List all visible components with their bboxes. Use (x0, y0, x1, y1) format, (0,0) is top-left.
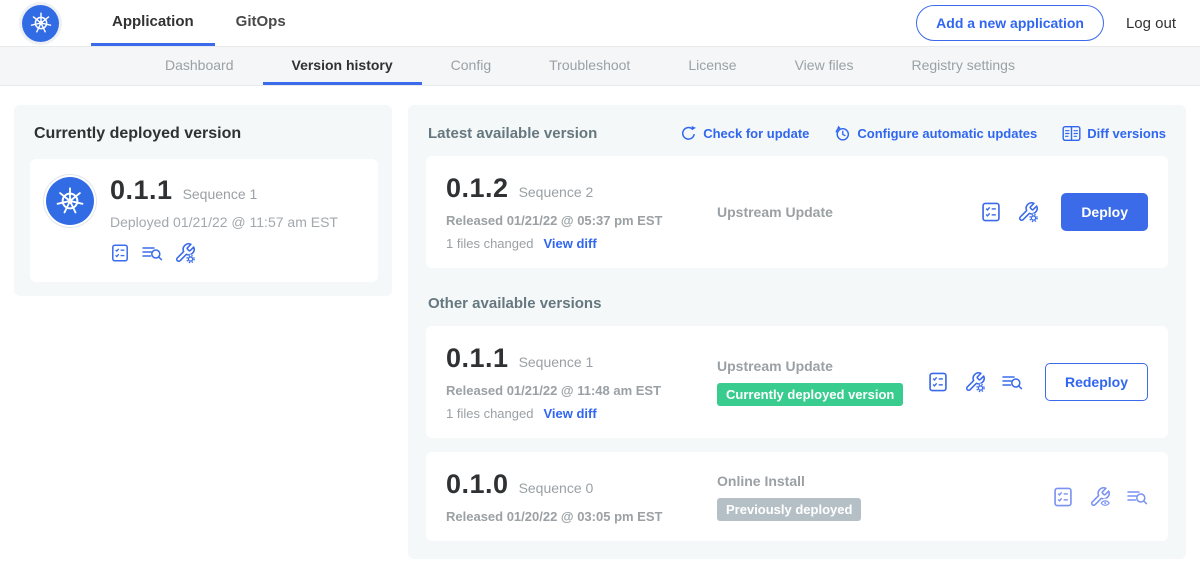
released-timestamp: Released 01/21/22 @ 11:48 am EST (446, 383, 701, 398)
configure-automatic-updates-link[interactable]: Configure automatic updates (834, 125, 1037, 142)
version-card-0-1-2: 0.1.2 Sequence 2 Released 01/21/22 @ 05:… (426, 156, 1168, 268)
latest-available-header: Latest available version Check for updat… (428, 125, 1166, 142)
version-number: 0.1.1 (446, 343, 509, 374)
version-source: Upstream Update (701, 204, 980, 220)
add-new-application-button[interactable]: Add a new application (916, 5, 1104, 41)
version-actions (1052, 486, 1148, 508)
tab-version-history[interactable]: Version history (263, 47, 422, 85)
latest-available-title: Latest available version (428, 125, 597, 142)
version-actions: Redeploy (927, 363, 1148, 401)
version-details: 0.1.0 Sequence 0 Released 01/20/22 @ 03:… (446, 469, 701, 524)
available-actions: Check for update Configure automatic upd… (680, 125, 1166, 142)
wrench-eye-icon[interactable] (1089, 486, 1111, 508)
wrench-gear-icon[interactable] (174, 242, 196, 264)
deployed-sequence-label: Sequence 1 (183, 186, 258, 202)
currently-deployed-panel: Currently deployed version 0.1.1 Sequenc… (14, 105, 392, 296)
navbar-spacer (307, 0, 916, 46)
deploy-button[interactable]: Deploy (1061, 193, 1148, 231)
kubernetes-logo-icon (22, 5, 59, 42)
previously-deployed-badge: Previously deployed (717, 498, 861, 521)
view-diff-link[interactable]: View diff (543, 406, 596, 421)
released-timestamp: Released 01/20/22 @ 03:05 pm EST (446, 509, 701, 524)
check-for-update-link[interactable]: Check for update (680, 125, 809, 142)
version-card-0-1-1: 0.1.1 Sequence 1 Released 01/21/22 @ 11:… (426, 326, 1168, 438)
version-details: 0.1.2 Sequence 2 Released 01/21/22 @ 05:… (446, 173, 701, 251)
version-source: Online Install Previously deployed (701, 473, 1052, 521)
wrench-gear-icon[interactable] (964, 371, 986, 393)
sequence-label: Sequence 0 (519, 480, 594, 496)
deployed-version-number: 0.1.1 (110, 175, 173, 206)
checklist-icon[interactable] (927, 371, 949, 393)
available-versions-panel: Latest available version Check for updat… (408, 105, 1186, 559)
tab-dashboard[interactable]: Dashboard (136, 47, 263, 85)
version-number: 0.1.0 (446, 469, 509, 500)
currently-deployed-title: Currently deployed version (34, 125, 378, 143)
refresh-icon (680, 125, 697, 142)
nav-tab-application[interactable]: Application (91, 0, 215, 46)
checklist-icon[interactable] (980, 201, 1002, 223)
deployed-version-card: 0.1.1 Sequence 1 Deployed 01/21/22 @ 11:… (30, 159, 378, 282)
version-history-page: Currently deployed version 0.1.1 Sequenc… (0, 86, 1200, 564)
tab-license[interactable]: License (659, 47, 765, 85)
diff-versions-link[interactable]: Diff versions (1062, 125, 1166, 142)
tab-registry-settings[interactable]: Registry settings (882, 47, 1043, 85)
version-source: Upstream Update Currently deployed versi… (701, 358, 927, 406)
wrench-gear-icon[interactable] (1017, 201, 1039, 223)
diff-icon (1062, 125, 1081, 142)
checklist-icon[interactable] (110, 243, 130, 263)
view-diff-link[interactable]: View diff (543, 236, 596, 251)
nav-tab-gitops[interactable]: GitOps (215, 0, 307, 46)
source-label: Online Install (717, 473, 1052, 489)
currently-deployed-badge: Currently deployed version (717, 383, 903, 406)
sequence-label: Sequence 2 (519, 184, 594, 200)
source-label: Upstream Update (717, 204, 980, 220)
logout-button[interactable]: Log out (1126, 15, 1176, 32)
checklist-icon[interactable] (1052, 486, 1074, 508)
schedule-icon (834, 125, 851, 142)
app-subnav: Dashboard Version history Config Trouble… (0, 47, 1200, 86)
deployed-version-details: 0.1.1 Sequence 1 Deployed 01/21/22 @ 11:… (110, 175, 338, 264)
app-logo-icon (46, 177, 94, 225)
tab-troubleshoot[interactable]: Troubleshoot (520, 47, 659, 85)
source-label: Upstream Update (717, 358, 927, 374)
logs-icon[interactable] (1126, 486, 1148, 508)
tab-config[interactable]: Config (422, 47, 520, 85)
logs-icon[interactable] (1001, 371, 1023, 393)
version-number: 0.1.2 (446, 173, 509, 204)
configure-automatic-updates-label: Configure automatic updates (857, 126, 1037, 141)
sequence-label: Sequence 1 (519, 354, 594, 370)
logs-icon[interactable] (141, 243, 163, 263)
check-for-update-label: Check for update (703, 126, 809, 141)
released-timestamp: Released 01/21/22 @ 05:37 pm EST (446, 213, 701, 228)
deployed-actions (110, 242, 338, 264)
diff-versions-label: Diff versions (1087, 126, 1166, 141)
version-actions: Deploy (980, 193, 1148, 231)
files-changed-label: 1 files changed (446, 236, 533, 251)
version-details: 0.1.1 Sequence 1 Released 01/21/22 @ 11:… (446, 343, 701, 421)
deployed-timestamp: Deployed 01/21/22 @ 11:57 am EST (110, 214, 338, 230)
top-navbar: Application GitOps Add a new application… (0, 0, 1200, 47)
version-card-0-1-0: 0.1.0 Sequence 0 Released 01/20/22 @ 03:… (426, 452, 1168, 541)
files-changed-label: 1 files changed (446, 406, 533, 421)
other-available-title: Other available versions (428, 295, 1166, 312)
tab-view-files[interactable]: View files (766, 47, 883, 85)
redeploy-button[interactable]: Redeploy (1045, 363, 1148, 401)
